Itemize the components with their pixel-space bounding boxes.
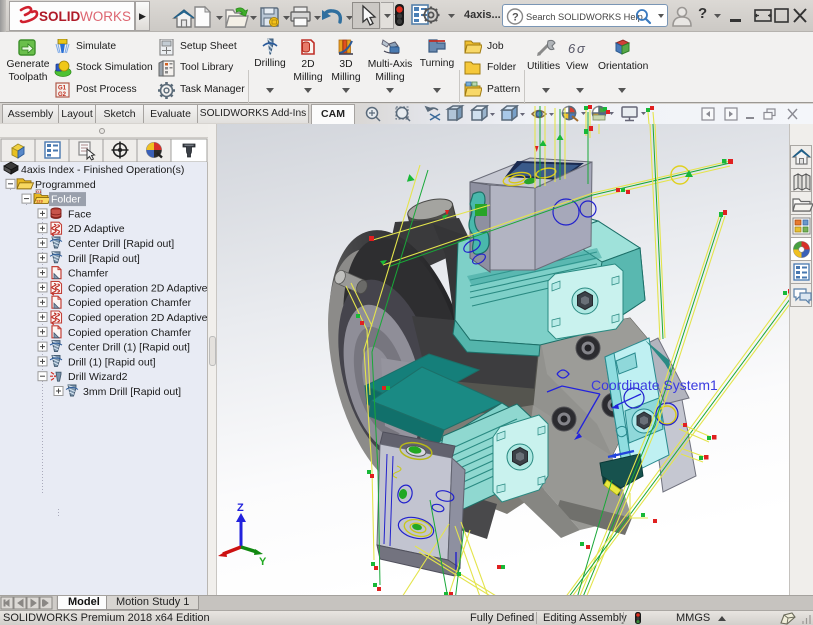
svg-text:WORKS: WORKS: [80, 9, 131, 24]
svg-text:Z: Z: [237, 502, 244, 514]
svg-text:Coordinate System1: Coordinate System1: [591, 377, 718, 393]
svg-text:Copied operation Chamfer: Copied operation Chamfer: [68, 297, 192, 309]
svg-text:Search SOLIDWORKS Help: Search SOLIDWORKS Help: [526, 12, 643, 22]
svg-text:4axis Index - Finished Operati: 4axis Index - Finished Operation(s): [21, 164, 184, 176]
svg-text:?: ?: [512, 12, 519, 24]
svg-text:Drill [Rapid out]: Drill [Rapid out]: [68, 252, 140, 264]
svg-text:6: 6: [568, 41, 576, 56]
svg-text:σ: σ: [577, 41, 586, 56]
svg-text:Center Drill [Rapid out]: Center Drill [Rapid out]: [68, 238, 174, 250]
svg-text:Programmed: Programmed: [35, 178, 96, 190]
svg-text:Copied operation 2D Adaptive: Copied operation 2D Adaptive: [68, 282, 208, 294]
svg-text:Drill Wizard2: Drill Wizard2: [68, 371, 128, 383]
svg-text:2D Adaptive: 2D Adaptive: [68, 223, 125, 235]
svg-text:Y: Y: [259, 556, 267, 568]
svg-text:Face: Face: [68, 208, 92, 220]
svg-text:3mm Drill [Rapid out]: 3mm Drill [Rapid out]: [83, 386, 181, 398]
svg-text:G1: G1: [36, 189, 42, 194]
svg-text:123: 123: [36, 198, 43, 203]
svg-text:Center Drill (1) [Rapid out]: Center Drill (1) [Rapid out]: [68, 341, 190, 353]
svg-text:Folder: Folder: [51, 193, 81, 205]
svg-text:Copied operation 2D Adaptive: Copied operation 2D Adaptive: [68, 312, 208, 324]
svg-text:Chamfer: Chamfer: [68, 267, 109, 279]
svg-text:Drill (1) [Rapid out]: Drill (1) [Rapid out]: [68, 356, 156, 368]
svg-text:Copied operation Chamfer: Copied operation Chamfer: [68, 326, 192, 338]
svg-text:SOLID: SOLID: [39, 9, 81, 24]
